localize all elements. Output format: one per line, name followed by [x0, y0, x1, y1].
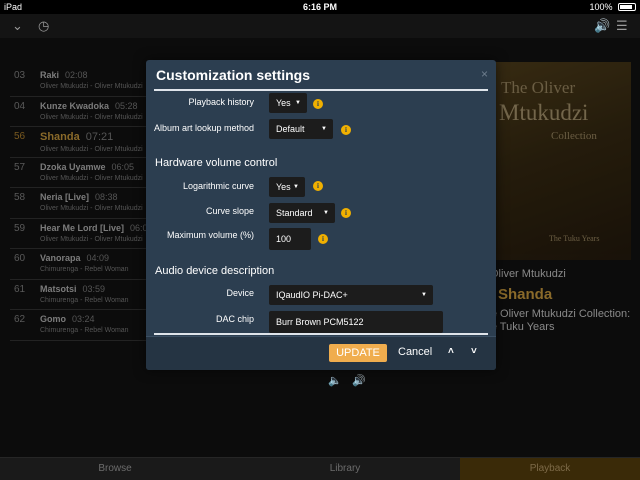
- tab-browse[interactable]: Browse: [0, 458, 230, 480]
- playback-history-select[interactable]: Yes ▼: [269, 93, 307, 113]
- album-art-label: Album art lookup method: [153, 123, 254, 133]
- bottom-tab-bar: Browse Library Playback: [0, 457, 640, 480]
- max-volume-label: Maximum volume (%): [166, 230, 254, 240]
- device-label: Device: [226, 288, 254, 298]
- log-curve-select[interactable]: Yes ▼: [269, 177, 305, 197]
- section-audio-device: Audio device description: [155, 265, 275, 277]
- customization-settings-modal: Customization settings × Playback histor…: [146, 60, 496, 370]
- modal-title: Customization settings: [156, 67, 311, 83]
- footer-divider: [154, 333, 488, 335]
- menu-icon[interactable]: ☰: [616, 17, 628, 35]
- volume-icon[interactable]: 🔊: [594, 17, 610, 35]
- info-icon[interactable]: i: [341, 125, 351, 135]
- scroll-up-icon[interactable]: ˄: [448, 346, 454, 357]
- playback-history-label: Playback history: [188, 97, 254, 107]
- section-hardware-volume: Hardware volume control: [155, 157, 278, 169]
- battery-percent: 100%: [589, 2, 613, 12]
- header-divider: [154, 89, 488, 91]
- now-playing-artist: Oliver Mtukudzi: [490, 268, 566, 280]
- cancel-button[interactable]: Cancel: [398, 346, 432, 358]
- now-playing-album: The Oliver Mtukudzi Collection: The Tuku…: [478, 308, 631, 333]
- clock-icon[interactable]: ◷: [38, 17, 49, 35]
- tab-library[interactable]: Library: [230, 458, 460, 480]
- curve-slope-select[interactable]: Standard ▼: [269, 203, 335, 223]
- now-playing-title: Shanda: [498, 286, 553, 303]
- dac-chip-input[interactable]: Burr Brown PCM5122: [269, 311, 443, 333]
- volume-down-icon[interactable]: 🔈: [328, 374, 342, 387]
- volume-up-icon[interactable]: 🔊: [352, 374, 366, 387]
- log-curve-label: Logarithmic curve: [182, 181, 254, 191]
- album-art-select[interactable]: Default ▼: [269, 119, 333, 139]
- battery-icon: [618, 3, 636, 11]
- modal-body: Playback history Yes ▼ i Album art lookup…: [146, 92, 496, 334]
- album-cover: The Oliver Mtukudzi Collection The Tuku …: [485, 62, 631, 260]
- info-icon[interactable]: i: [341, 208, 351, 218]
- tab-playback[interactable]: Playback: [460, 458, 640, 480]
- close-icon[interactable]: ×: [481, 67, 488, 81]
- scroll-down-icon[interactable]: ˅: [471, 346, 477, 357]
- modal-header: Customization settings ×: [146, 60, 496, 90]
- info-icon[interactable]: i: [313, 181, 323, 191]
- status-bar: iPad 6:16 PM 100%: [0, 0, 640, 14]
- info-icon[interactable]: i: [313, 99, 323, 109]
- max-volume-input[interactable]: 100: [269, 228, 311, 250]
- battery-indicator: 100%: [589, 2, 636, 12]
- info-icon[interactable]: i: [318, 234, 328, 244]
- update-button[interactable]: UPDATE: [329, 344, 387, 362]
- clock: 6:16 PM: [302, 2, 337, 12]
- modal-footer: UPDATE Cancel ˄ ˅: [146, 336, 496, 370]
- curve-slope-label: Curve slope: [205, 206, 254, 216]
- app-toolbar: ⌄ ◷ 🔊 ☰: [0, 14, 640, 38]
- chevron-down-icon[interactable]: ⌄: [12, 17, 23, 35]
- device-select[interactable]: IQaudIO Pi-DAC+ ▼: [269, 285, 433, 305]
- dac-chip-label: DAC chip: [215, 314, 254, 324]
